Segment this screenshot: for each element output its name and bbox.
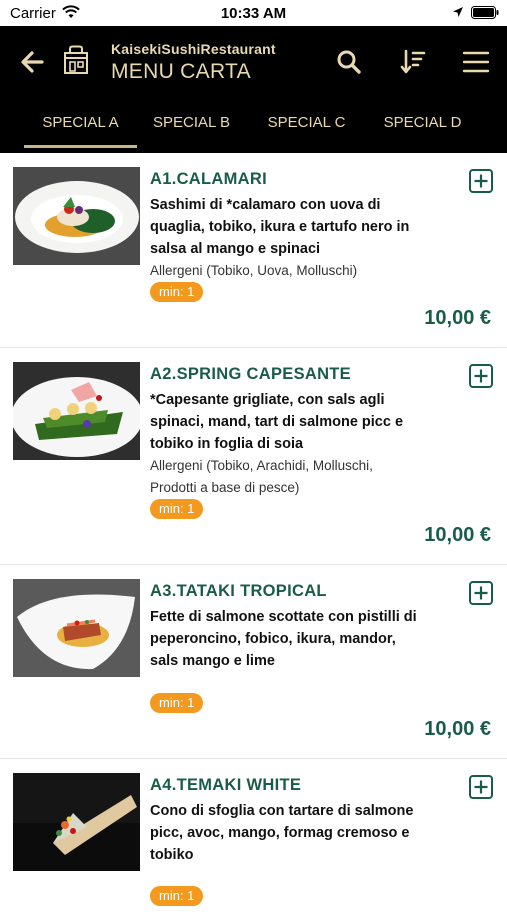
dish-allergens: Allergeni (Tobiko, Arachidi, Molluschi, … bbox=[150, 458, 373, 495]
dish-price: 10,00 € bbox=[424, 718, 491, 740]
dish-name: A3.TATAKI TROPICAL bbox=[150, 582, 327, 600]
menu-item-a2[interactable]: A2.SPRING CAPESANTE *Capesante grigliate… bbox=[0, 348, 507, 565]
tab-special-c[interactable]: SPECIAL C bbox=[254, 112, 359, 150]
location-arrow-icon bbox=[453, 7, 463, 17]
add-to-cart-icon[interactable] bbox=[469, 581, 493, 605]
tab-special-b[interactable]: SPECIAL B bbox=[140, 112, 243, 150]
dish-description: Sashimi di *calamaro con uova di quaglia… bbox=[150, 197, 410, 257]
sort-icon[interactable] bbox=[399, 48, 427, 76]
dish-description: *Capesante grigliate, con sals agli spin… bbox=[150, 392, 404, 452]
dish-name: A1.CALAMARI bbox=[150, 170, 267, 188]
tab-special-d[interactable]: SPECIAL D bbox=[370, 112, 475, 150]
menu-item-a3[interactable]: A3.TATAKI TROPICAL Fette di salmone scot… bbox=[0, 565, 507, 759]
dish-description: Fette di salmone scottate con pistilli d… bbox=[150, 609, 417, 669]
dish-price: 10,00 € bbox=[424, 307, 491, 329]
dish-name: A4.TEMAKI WHITE bbox=[150, 776, 302, 794]
search-icon[interactable] bbox=[335, 48, 363, 76]
shop-bag-icon[interactable] bbox=[62, 45, 90, 75]
min-quantity-badge: min: 1 bbox=[150, 499, 204, 519]
dish-price: 10,00 € bbox=[424, 524, 491, 546]
min-quantity-badge: min: 1 bbox=[150, 282, 204, 302]
dish-name: A2.SPRING CAPESANTE bbox=[150, 365, 351, 383]
dish-photo bbox=[13, 579, 140, 677]
add-to-cart-icon[interactable] bbox=[469, 364, 493, 388]
status-bar: Carrier 10:33 AM bbox=[0, 0, 507, 26]
active-tab-indicator bbox=[24, 145, 137, 148]
add-to-cart-icon[interactable] bbox=[469, 775, 493, 799]
restaurant-name: KaisekiSushiRestaurant bbox=[111, 41, 276, 57]
dish-photo bbox=[13, 773, 140, 871]
dish-photo bbox=[13, 362, 140, 460]
min-quantity-badge: min: 1 bbox=[150, 886, 204, 906]
dish-description: Cono di sfoglia con tartare di salmone p… bbox=[150, 803, 414, 863]
menu-item-a4[interactable]: A4.TEMAKI WHITE Cono di sfoglia con tart… bbox=[0, 759, 507, 919]
add-to-cart-icon[interactable] bbox=[469, 169, 493, 193]
menu-item-a1[interactable]: A1.CALAMARI Sashimi di *calamaro con uov… bbox=[0, 153, 507, 348]
page-title: MENU CARTA bbox=[111, 60, 251, 83]
min-quantity-badge: min: 1 bbox=[150, 693, 204, 713]
clock: 10:33 AM bbox=[220, 5, 287, 22]
app-header: KaisekiSushiRestaurant MENU CARTA SPECIA… bbox=[0, 26, 507, 153]
dish-allergens: Allergeni (Tobiko, Uova, Molluschi) bbox=[150, 263, 358, 278]
back-arrow-icon[interactable] bbox=[18, 48, 46, 76]
dish-photo bbox=[13, 167, 140, 265]
battery-icon bbox=[471, 6, 499, 19]
hamburger-menu-icon[interactable] bbox=[462, 48, 490, 76]
